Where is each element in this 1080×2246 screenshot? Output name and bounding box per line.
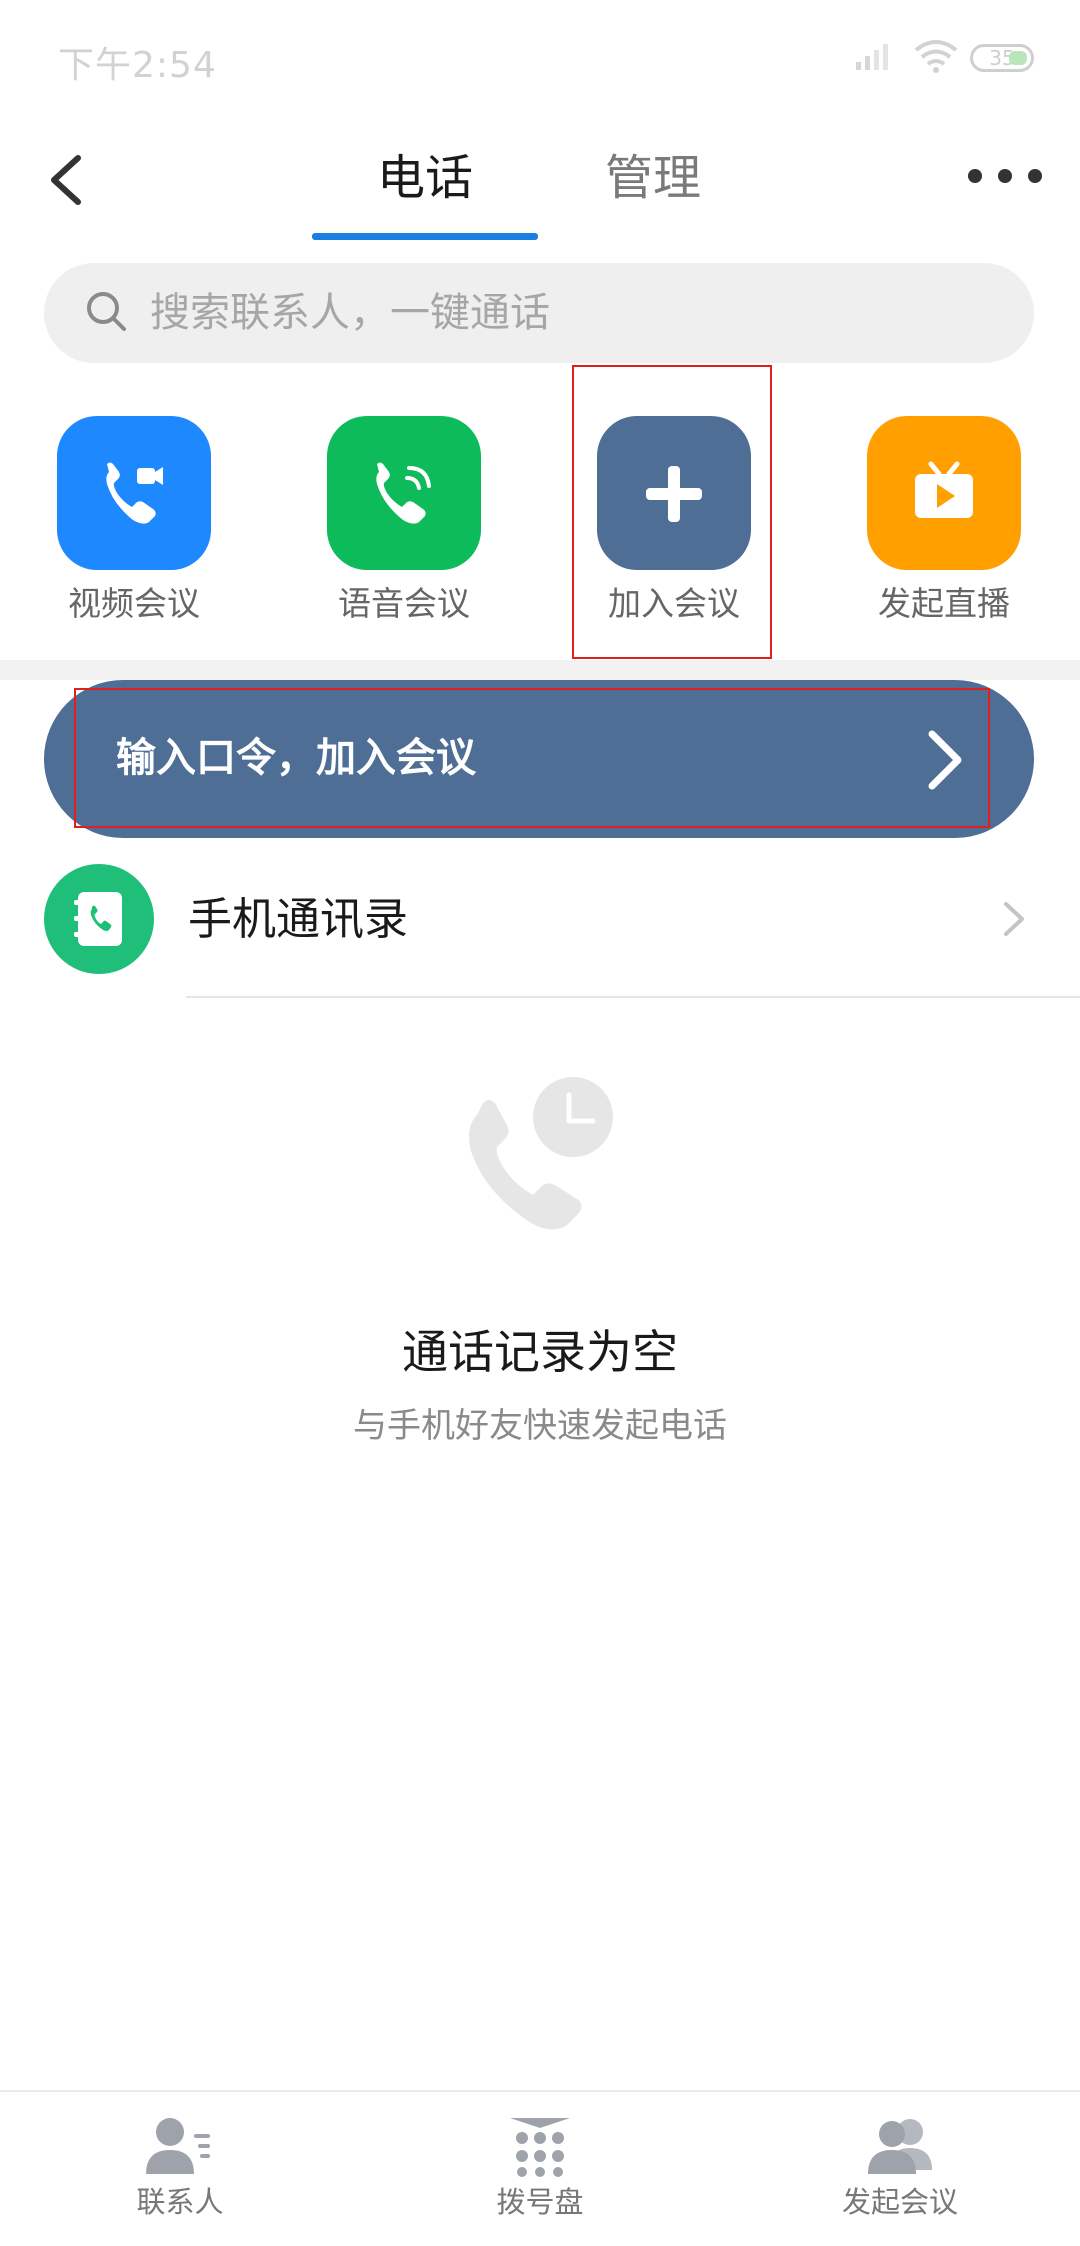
active-tab-indicator xyxy=(312,233,538,240)
video-call-icon xyxy=(57,416,211,570)
nav-start-meeting-label: 发起会议 xyxy=(841,2185,958,2219)
video-meeting-label: 视频会议 xyxy=(68,584,200,623)
video-meeting-button[interactable]: 视频会议 xyxy=(44,416,224,626)
bottom-navigation: 联系人 拨号盘 发起会议 xyxy=(0,2090,1080,2246)
voice-meeting-label: 语音会议 xyxy=(338,584,470,623)
phone-contacts-label: 手机通讯录 xyxy=(188,894,408,945)
start-live-button[interactable]: 发起直播 xyxy=(854,416,1034,626)
back-arrow-icon[interactable] xyxy=(40,140,100,220)
status-bar: 下午2:54 35 xyxy=(0,0,1080,120)
tv-play-icon xyxy=(867,416,1021,570)
section-divider xyxy=(0,660,1080,680)
join-banner-highlight xyxy=(74,688,990,828)
phone-contacts-row[interactable]: 手机通讯录 xyxy=(0,858,1080,998)
empty-state-subtitle: 与手机好友快速发起电话 xyxy=(353,1406,727,1446)
voice-call-icon xyxy=(327,416,481,570)
more-dots-icon[interactable] xyxy=(960,150,1050,200)
tab-phone[interactable]: 电话 xyxy=(312,148,538,208)
nav-start-meeting[interactable]: 发起会议 xyxy=(780,2114,1020,2222)
wifi-icon xyxy=(914,40,958,73)
tab-manage[interactable]: 管理 xyxy=(540,148,766,208)
join-meeting-highlight xyxy=(572,365,772,659)
nav-dialpad-label: 拨号盘 xyxy=(496,2185,584,2219)
start-live-label: 发起直播 xyxy=(878,584,1010,623)
empty-state-title: 通话记录为空 xyxy=(402,1325,678,1379)
dialpad-icon xyxy=(510,2118,570,2177)
row-divider xyxy=(186,996,1080,998)
group-meeting-icon xyxy=(868,2119,932,2174)
search-placeholder: 搜索联系人，一键通话 xyxy=(150,290,550,336)
nav-dialpad[interactable]: 拨号盘 xyxy=(420,2114,660,2222)
phone-clock-icon xyxy=(469,1077,613,1230)
voice-meeting-button[interactable]: 语音会议 xyxy=(314,416,494,626)
search-icon xyxy=(87,292,126,331)
search-bar[interactable]: 搜索联系人，一键通话 xyxy=(44,263,1034,363)
signal-icon xyxy=(856,44,888,70)
nav-contacts-label: 联系人 xyxy=(136,2185,224,2219)
phonebook-icon xyxy=(44,864,154,974)
chevron-right-icon xyxy=(1004,902,1024,936)
status-time: 下午2:54 xyxy=(58,45,217,86)
nav-contacts[interactable]: 联系人 xyxy=(60,2114,300,2222)
contacts-icon xyxy=(146,2118,210,2174)
battery-icon: 35 xyxy=(970,44,1034,72)
